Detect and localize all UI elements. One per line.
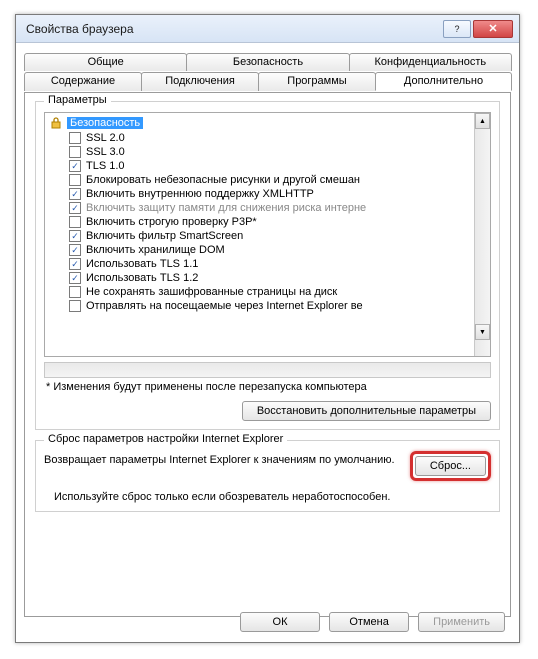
setting-item[interactable]: ✓ Включить хранилище DOM [45,243,474,257]
setting-label: Включить хранилище DOM [86,244,225,256]
tab-privacy[interactable]: Конфиденциальность [349,53,512,71]
scroll-down-button[interactable]: ▼ [475,324,490,340]
dialog-footer: ОК Отмена Применить [16,612,519,632]
checkbox[interactable] [69,146,81,158]
setting-label: Использовать TLS 1.2 [86,272,198,284]
setting-item[interactable]: ✓ Использовать TLS 1.1 [45,257,474,271]
tab-programs[interactable]: Программы [258,72,376,91]
setting-item[interactable]: Блокировать небезопасные рисунки и друго… [45,173,474,187]
checkbox[interactable]: ✓ [69,160,81,172]
reset-note: Используйте сброс только если обозревате… [44,491,491,503]
close-button[interactable]: ✕ [473,20,513,38]
setting-item[interactable]: ✓ Включить защиту памяти для снижения рис… [45,201,474,215]
dialog-content: Общие Безопасность Конфиденциальность Со… [16,43,519,642]
tab-strip: Общие Безопасность Конфиденциальность Со… [24,53,511,93]
reset-highlight: Сброс... [410,451,491,481]
checkbox[interactable]: ✓ [69,272,81,284]
setting-item[interactable]: ✓ Использовать TLS 1.2 [45,271,474,285]
lock-icon [49,116,63,130]
setting-label: Включить защиту памяти для снижения риск… [86,202,366,214]
tab-advanced[interactable]: Дополнительно [375,72,512,91]
setting-label: Не сохранять зашифрованные страницы на д… [86,286,337,298]
setting-label: SSL 2.0 [86,132,125,144]
checkbox[interactable] [69,300,81,312]
setting-item[interactable]: Включить строгую проверку P3P* [45,215,474,229]
settings-tree-content: Безопасность SSL 2.0 SSL 3.0 ✓ TLS 1.0 Блоки… [45,113,474,356]
apply-button[interactable]: Применить [418,612,505,632]
setting-label: SSL 3.0 [86,146,125,158]
setting-item[interactable]: ✓ TLS 1.0 [45,159,474,173]
tab-connections[interactable]: Подключения [141,72,259,91]
category-security[interactable]: Безопасность [45,115,474,131]
checkbox[interactable] [69,174,81,186]
vertical-scrollbar[interactable]: ▲ ▼ [474,113,490,356]
checkbox[interactable]: ✓ [69,188,81,200]
setting-item[interactable]: SSL 2.0 [45,131,474,145]
setting-label: TLS 1.0 [86,160,125,172]
titlebar[interactable]: Свойства браузера ? ✕ [16,15,519,43]
setting-label: Блокировать небезопасные рисунки и друго… [86,174,360,186]
tab-general[interactable]: Общие [24,53,187,71]
tab-content[interactable]: Содержание [24,72,142,91]
reset-button[interactable]: Сброс... [415,456,486,476]
reset-group-title: Сброс параметров настройки Internet Expl… [44,433,287,445]
help-button[interactable]: ? [443,20,471,38]
setting-item[interactable]: SSL 3.0 [45,145,474,159]
setting-item[interactable]: ✓ Включить фильтр SmartScreen [45,229,474,243]
window-title: Свойства браузера [26,22,134,36]
settings-tree[interactable]: Безопасность SSL 2.0 SSL 3.0 ✓ TLS 1.0 Блоки… [44,112,491,357]
setting-label: Использовать TLS 1.1 [86,258,198,270]
setting-item[interactable]: ✓ Включить внутреннюю поддержку XMLHTTP [45,187,474,201]
checkbox[interactable] [69,286,81,298]
checkbox[interactable]: ✓ [69,244,81,256]
setting-label: Отправлять на посещаемые через Internet … [86,300,363,312]
setting-item[interactable]: Отправлять на посещаемые через Internet … [45,299,474,313]
tab-panel-advanced: Параметры Безопасность SSL 2.0 SSL 3.0 ✓ TL… [24,92,511,617]
reset-group: Сброс параметров настройки Internet Expl… [35,440,500,512]
checkbox[interactable]: ✓ [69,230,81,242]
setting-label: Включить фильтр SmartScreen [86,230,243,242]
category-label: Безопасность [67,117,143,129]
dialog-window: Свойства браузера ? ✕ Общие Безопасность… [15,14,520,643]
settings-group: Параметры Безопасность SSL 2.0SSL 3.0✓TL… [35,101,500,430]
ok-button[interactable]: ОК [240,612,320,632]
tab-security[interactable]: Безопасность [186,53,349,71]
cancel-button[interactable]: Отмена [329,612,409,632]
setting-label: Включить внутреннюю поддержку XMLHTTP [86,188,314,200]
reset-description: Возвращает параметры Internet Explorer к… [44,451,400,468]
restore-defaults-button[interactable]: Восстановить дополнительные параметры [242,401,491,421]
restart-note: * Изменения будут применены после переза… [46,381,491,393]
checkbox[interactable]: ✓ [69,258,81,270]
scroll-up-button[interactable]: ▲ [475,113,490,129]
checkbox[interactable]: ✓ [69,202,81,214]
checkbox[interactable] [69,216,81,228]
settings-group-title: Параметры [44,94,111,106]
setting-label: Включить строгую проверку P3P* [86,216,257,228]
checkbox[interactable] [69,132,81,144]
setting-item[interactable]: Не сохранять зашифрованные страницы на д… [45,285,474,299]
horizontal-scrollbar[interactable] [44,362,491,378]
